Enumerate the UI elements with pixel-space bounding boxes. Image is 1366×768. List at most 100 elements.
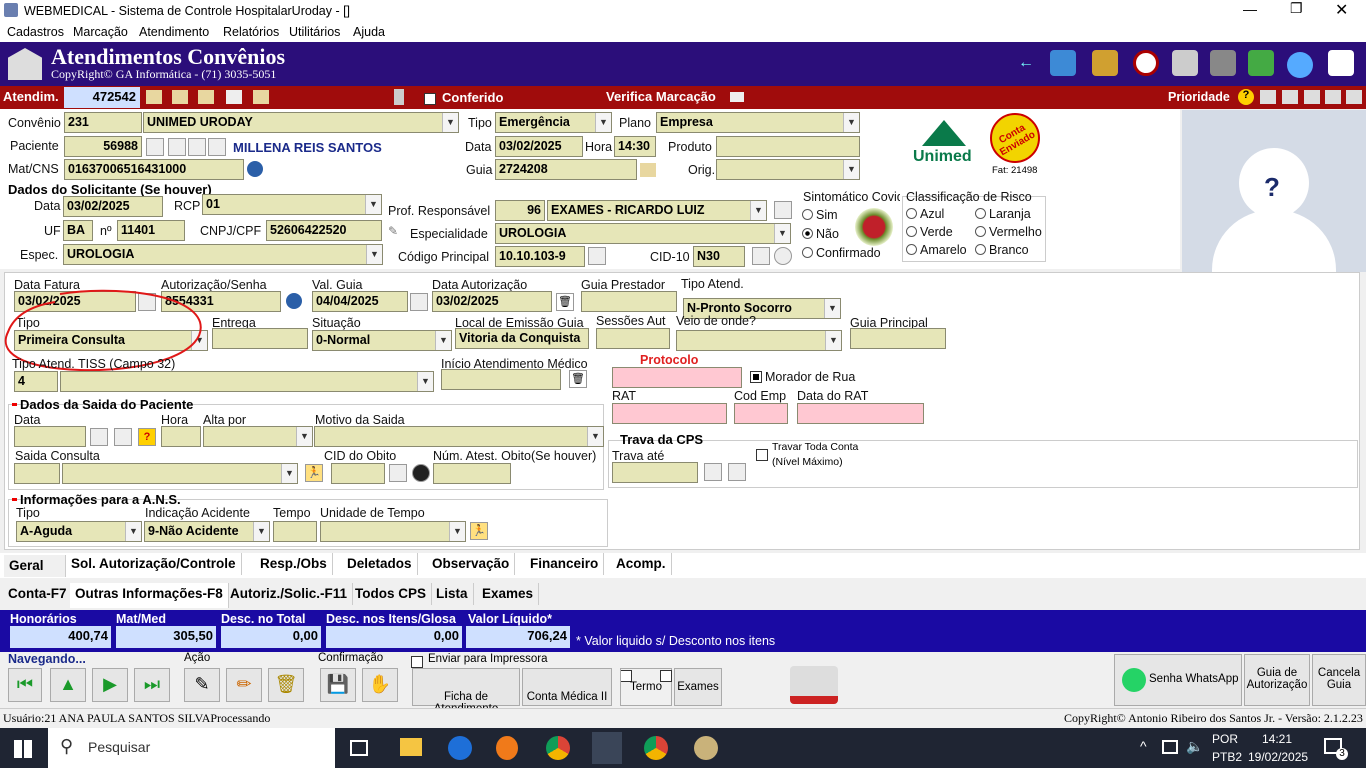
risco-azul[interactable]: Azul [906, 207, 944, 221]
travar-checkbox[interactable] [756, 447, 771, 462]
paciente-code-field[interactable]: 56988 [64, 136, 142, 157]
internet-icon[interactable] [1287, 52, 1313, 78]
sol-data-field[interactable]: 03/02/2025 [63, 196, 163, 217]
codemp-field[interactable] [734, 403, 788, 424]
prof-code-field[interactable]: 96 [495, 200, 545, 221]
cancel-button[interactable]: ✋ [362, 668, 398, 702]
localem-field[interactable]: Vitoria da Conquista [455, 328, 589, 349]
eraser-icon[interactable] [730, 92, 744, 102]
clock-time[interactable]: 14:21 [1262, 732, 1292, 746]
tiss-select[interactable]: ▼ [60, 371, 434, 392]
valguia-field[interactable]: 04/04/2025 [312, 291, 408, 312]
plano-select[interactable]: Empresa ▼ [656, 112, 860, 133]
guiaprest-field[interactable] [581, 291, 677, 312]
new-button[interactable]: ✎ [184, 668, 220, 702]
save-button[interactable]: 💾 [320, 668, 356, 702]
running-man-icon[interactable]: 🏃 [305, 464, 323, 482]
ficha-atendimento-button[interactable]: Ficha de Atendimento [412, 668, 520, 715]
tab-todos-cps[interactable]: Todos CPS [350, 583, 433, 605]
veio-select[interactable]: ▼ [676, 330, 842, 351]
tab-deletados[interactable]: Deletados [342, 553, 418, 575]
globe-icon[interactable] [286, 293, 302, 309]
settings-icon[interactable] [774, 247, 792, 265]
hora-field[interactable]: 14:30 [614, 136, 656, 157]
exames-button[interactable]: Exames [674, 668, 722, 706]
clock-icon[interactable] [1133, 50, 1159, 76]
tempo-field[interactable] [273, 521, 317, 542]
document-icon[interactable] [146, 138, 164, 156]
tab-sol-autorizacao[interactable]: Sol. Autorização/Controle [66, 553, 242, 575]
dataaut-field[interactable]: 03/02/2025 [432, 291, 552, 312]
data-field[interactable]: 03/02/2025 [495, 136, 583, 157]
saidacons-select[interactable]: ▼ [62, 463, 298, 484]
tab-geral[interactable]: Geral [4, 555, 66, 577]
exames-checkbox[interactable] [660, 668, 675, 683]
saidacons-code-field[interactable] [14, 463, 60, 484]
rat-field[interactable] [612, 403, 727, 424]
next-record-button[interactable]: ▶ [92, 668, 128, 702]
label-printer-icon[interactable] [790, 666, 838, 704]
binoculars-icon[interactable] [774, 201, 792, 219]
n-field[interactable]: 11401 [117, 220, 185, 241]
glasses-icon[interactable] [1210, 50, 1236, 76]
binoculars-icon[interactable] [588, 247, 606, 265]
morador-checkbox[interactable]: Morador de Rua [750, 370, 855, 384]
binoculars-icon[interactable] [752, 247, 770, 265]
protocolo-field[interactable] [612, 367, 742, 388]
verifica-marcacao-label[interactable]: Verifica Marcação [606, 89, 716, 104]
add-patient-icon[interactable] [1050, 50, 1076, 76]
hand-icon[interactable] [198, 90, 214, 104]
tab-resp-obs[interactable]: Resp./Obs [255, 553, 333, 575]
trash-icon[interactable] [410, 293, 428, 311]
risco-vermelho[interactable]: Vermelho [975, 225, 1042, 239]
first-record-button[interactable]: ⏮ [8, 668, 42, 702]
convenio-name-select[interactable]: UNIMED URODAY ▼ [143, 112, 459, 133]
priority-icon[interactable] [1304, 90, 1320, 104]
prof-name-select[interactable]: EXAMES - RICARDO LUIZ ▼ [547, 200, 767, 221]
codprinc-field[interactable]: 10.10.103-9 [495, 246, 585, 267]
guia-autorizacao-button[interactable]: Guia de Autorização [1244, 654, 1310, 706]
guia-field[interactable]: 2724208 [495, 159, 637, 180]
tab-financeiro[interactable]: Financeiro [525, 553, 605, 575]
produto-field[interactable] [716, 136, 860, 157]
tiss-code-field[interactable]: 4 [14, 371, 58, 392]
globe-icon[interactable] [247, 161, 263, 177]
convenio-code-field[interactable]: 231 [64, 112, 142, 133]
uf-field[interactable]: BA [63, 220, 93, 241]
task-view-icon[interactable] [350, 740, 368, 756]
inicio-field[interactable] [441, 369, 561, 390]
cidobito-field[interactable] [331, 463, 385, 484]
menu-marcacao[interactable]: Marcação [73, 25, 128, 39]
file-explorer-icon[interactable] [400, 738, 422, 756]
trash-icon[interactable] [114, 428, 132, 446]
menu-relatorios[interactable]: Relatórios [223, 25, 279, 39]
datarat-field[interactable] [797, 403, 924, 424]
orig-select[interactable]: ▼ [716, 159, 860, 180]
ans-tipo-select[interactable]: A-Aguda ▼ [16, 521, 142, 542]
last-record-button[interactable]: ⏭ [134, 668, 170, 702]
atendim-number[interactable]: 472542 [64, 87, 140, 108]
delete-button[interactable]: 🗑 [268, 668, 304, 702]
printer-icon[interactable] [208, 138, 226, 156]
card-icon[interactable] [188, 138, 206, 156]
network-icon[interactable] [1162, 740, 1178, 754]
tab-acomp[interactable]: Acomp. [611, 553, 672, 575]
saida-data-field[interactable] [14, 426, 86, 447]
help-icon[interactable]: ? [138, 428, 156, 446]
menu-cadastros[interactable]: Cadastros [7, 25, 64, 39]
tab-lista[interactable]: Lista [431, 583, 474, 605]
menu-utilitarios[interactable]: Utilitários [289, 25, 340, 39]
covid-sim[interactable]: Sim [802, 208, 838, 222]
cancela-guia-button[interactable]: Cancela Guia [1312, 654, 1366, 706]
conferido-checkbox[interactable] [424, 91, 439, 106]
calculator-icon[interactable] [394, 89, 404, 105]
record-icon[interactable] [412, 464, 430, 482]
risco-laranja[interactable]: Laranja [975, 207, 1031, 221]
volume-icon[interactable]: 🔈 [1186, 738, 1203, 755]
priority-icon[interactable] [1346, 90, 1362, 104]
app-flame-icon[interactable] [496, 736, 518, 760]
alta-select[interactable]: ▼ [203, 426, 313, 447]
calendar-icon[interactable] [704, 463, 722, 481]
espec-select[interactable]: UROLOGIA ▼ [63, 244, 383, 265]
lang-label-2[interactable]: PTB2 [1212, 750, 1242, 764]
